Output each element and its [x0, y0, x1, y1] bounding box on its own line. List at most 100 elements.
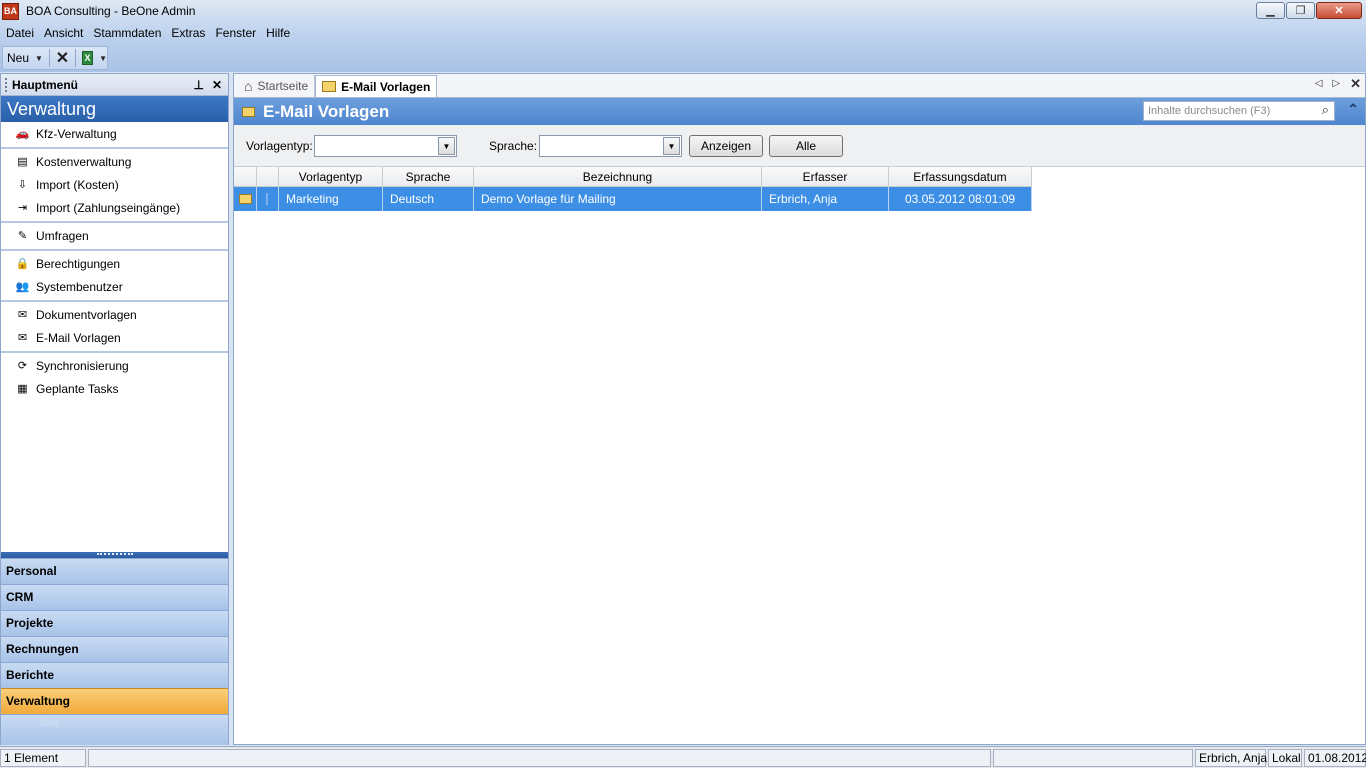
menu-fenster[interactable]: Fenster	[215, 26, 256, 40]
minimize-button[interactable]: ▁	[1256, 2, 1285, 19]
mail-template-icon	[322, 81, 337, 92]
close-panel-icon[interactable]: ✕	[212, 78, 222, 92]
status-date: 01.08.2012	[1304, 749, 1366, 767]
tab-navigation: ◁ ▷ ✕	[1315, 76, 1361, 92]
column-header-vorlagentyp[interactable]: Vorlagentyp	[279, 167, 383, 186]
menu-hilfe[interactable]: Hilfe	[266, 26, 290, 40]
column-header-erfassungsdatum[interactable]: Erfassungsdatum	[889, 167, 1032, 186]
row-indicator-icon	[265, 193, 270, 205]
cell-bezeichnung[interactable]: Demo Vorlage für Mailing	[474, 187, 762, 211]
new-button[interactable]: Neu	[7, 51, 29, 65]
sidebar-item-label: Berechtigungen	[36, 256, 121, 271]
nav-overflow[interactable]: Blog	[1, 714, 228, 745]
nav-berichte[interactable]: Berichte	[1, 662, 228, 688]
nav-crm[interactable]: CRM	[1, 584, 228, 610]
tab-startseite[interactable]: ⌂ Startseite	[238, 75, 316, 97]
search-input[interactable]: Inhalte durchsuchen (F3)	[1143, 101, 1335, 121]
new-dropdown-arrow-icon[interactable]: ▼	[35, 54, 43, 63]
collapse-icon[interactable]: ⌃	[1347, 101, 1359, 118]
sidebar-item-kfz-verwaltung[interactable]: 🚗 Kfz-Verwaltung	[1, 122, 228, 145]
sidebar-item-import-kosten[interactable]: ⇩ Import (Kosten)	[1, 173, 228, 196]
sidebar-item-label: Synchronisierung	[36, 358, 129, 373]
table-row[interactable]: Marketing Deutsch Demo Vorlage für Maili…	[234, 187, 1032, 211]
menu-item-icon: ⇥	[17, 202, 28, 214]
nav-verwaltung[interactable]: Verwaltung	[1, 688, 228, 714]
page-title: E-Mail Vorlagen	[263, 101, 390, 121]
app-icon: BA	[2, 2, 19, 20]
sidebar-item-berechtigungen[interactable]: 🔒 Berechtigungen	[1, 252, 228, 275]
tab-label: E-Mail Vorlagen	[341, 79, 431, 94]
main-area: ⌂ Startseite E-Mail Vorlagen ◁ ▷ ✕ E-Mai…	[233, 73, 1366, 745]
sidebar-item-label: Dokumentvorlagen	[36, 307, 137, 322]
sidebar-item-label: Import (Zahlungseingänge)	[36, 200, 181, 215]
show-button[interactable]: Anzeigen	[689, 135, 763, 157]
restore-button[interactable]: ❐	[1286, 2, 1315, 19]
cell-erfassungsdatum[interactable]: 03.05.2012 08:01:09	[889, 187, 1032, 211]
status-user: Erbrich, Anja	[1195, 749, 1267, 767]
tab-next-icon[interactable]: ▷	[1332, 78, 1340, 92]
tab-email-vorlagen[interactable]: E-Mail Vorlagen	[315, 75, 438, 97]
cell-sprache[interactable]: Deutsch	[383, 187, 474, 211]
section-title: Verwaltung	[1, 96, 228, 122]
nav-personal[interactable]: Personal	[1, 558, 228, 584]
type-label: Vorlagentyp:	[246, 139, 313, 153]
menu-item-icon: ✉	[17, 309, 28, 321]
pin-icon[interactable]: ⊥	[194, 78, 204, 92]
chevron-down-icon[interactable]: ▼	[438, 137, 455, 155]
excel-dropdown-arrow-icon[interactable]: ▼	[99, 54, 107, 63]
menu-item-icon: ⟳	[17, 360, 28, 372]
column-header-bezeichnung[interactable]: Bezeichnung	[474, 167, 762, 186]
excel-export-icon[interactable]: X	[81, 51, 94, 65]
column-header-erfasser[interactable]: Erfasser	[762, 167, 889, 186]
column-header-sprache[interactable]: Sprache	[383, 167, 474, 186]
sidebar-item-kostenverwaltung[interactable]: ▤ Kostenverwaltung	[1, 150, 228, 173]
tab-label: Startseite	[257, 79, 309, 93]
status-bar: 1 Element Erbrich, Anja Lokal 01.08.2012	[0, 746, 1366, 768]
sidebar-item-umfragen[interactable]: ✎ Umfragen	[1, 224, 228, 247]
sidebar-item-dokumentvorlagen[interactable]: ✉ Dokumentvorlagen	[1, 303, 228, 326]
delete-icon[interactable]: ✕	[56, 48, 69, 68]
status-location: Lokal	[1268, 749, 1302, 767]
sidebar-item-import-zahlungseingänge[interactable]: ⇥ Import (Zahlungseingänge)	[1, 196, 228, 219]
menu-extras[interactable]: Extras	[171, 26, 205, 40]
cell-erfasser[interactable]: Erbrich, Anja	[762, 187, 889, 211]
close-tab-icon[interactable]: ✕	[1350, 76, 1361, 92]
sidebar-item-label: Kfz-Verwaltung	[36, 126, 117, 141]
menu-ansicht[interactable]: Ansicht	[44, 26, 83, 40]
menu-datei[interactable]: Datei	[6, 26, 34, 40]
sidebar-item-synchronisierung[interactable]: ⟳ Synchronisierung	[1, 354, 228, 377]
language-label: Sprache:	[489, 139, 538, 153]
page-header: E-Mail Vorlagen Inhalte durchsuchen (F3)…	[234, 98, 1365, 125]
sidebar-item-systembenutzer[interactable]: 👥 Systembenutzer	[1, 275, 228, 298]
blog-label: Blog	[39, 718, 60, 729]
grid-header: Vorlagentyp Sprache Bezeichnung Erfasser…	[234, 167, 1032, 187]
menu-item-icon: ▦	[17, 383, 28, 395]
cell-vorlagentyp[interactable]: Marketing	[279, 187, 383, 211]
type-select[interactable]: ▼	[314, 135, 457, 157]
sidebar-item-e-mail-vorlagen[interactable]: ✉ E-Mail Vorlagen	[1, 326, 228, 349]
toolbar: Neu ▼ ✕ X ▼	[0, 44, 1366, 72]
all-button[interactable]: Alle	[769, 135, 843, 157]
language-select[interactable]: ▼	[539, 135, 682, 157]
menu-stammdaten[interactable]: Stammdaten	[93, 26, 161, 40]
sidebar-item-label: Systembenutzer	[36, 279, 123, 294]
row-marker-cell	[257, 187, 279, 211]
sidebar-item-label: Import (Kosten)	[36, 177, 119, 192]
nav-projekte[interactable]: Projekte	[1, 610, 228, 636]
sidebar-item-geplante-tasks[interactable]: ▦ Geplante Tasks	[1, 377, 228, 400]
close-window-button[interactable]: ✕	[1316, 2, 1362, 19]
window-title: BOA Consulting - BeOne Admin	[26, 4, 196, 18]
nav-rechnungen[interactable]: Rechnungen	[1, 636, 228, 662]
chevron-down-icon[interactable]: ▼	[663, 137, 680, 155]
grid-header-icon-col	[234, 167, 257, 186]
main-menu-panel: Hauptmenü ⊥ ✕ Verwaltung 🚗 Kfz-Verwaltung…	[0, 73, 229, 745]
templates-grid: Vorlagentyp Sprache Bezeichnung Erfasser…	[234, 167, 1032, 211]
menu-bar: Datei Ansicht Stammdaten Extras Fenster …	[0, 22, 1366, 44]
status-panel-empty	[993, 749, 1193, 767]
tab-prev-icon[interactable]: ◁	[1315, 78, 1323, 92]
title-bar: BA BOA Consulting - BeOne Admin ▁ ❐ ✕	[0, 0, 1366, 22]
sidebar-item-label: E-Mail Vorlagen	[36, 330, 121, 345]
grip-icon[interactable]	[5, 77, 7, 92]
search-icon[interactable]: ⌕	[1322, 102, 1329, 118]
sidebar-item-label: Geplante Tasks	[36, 381, 119, 396]
